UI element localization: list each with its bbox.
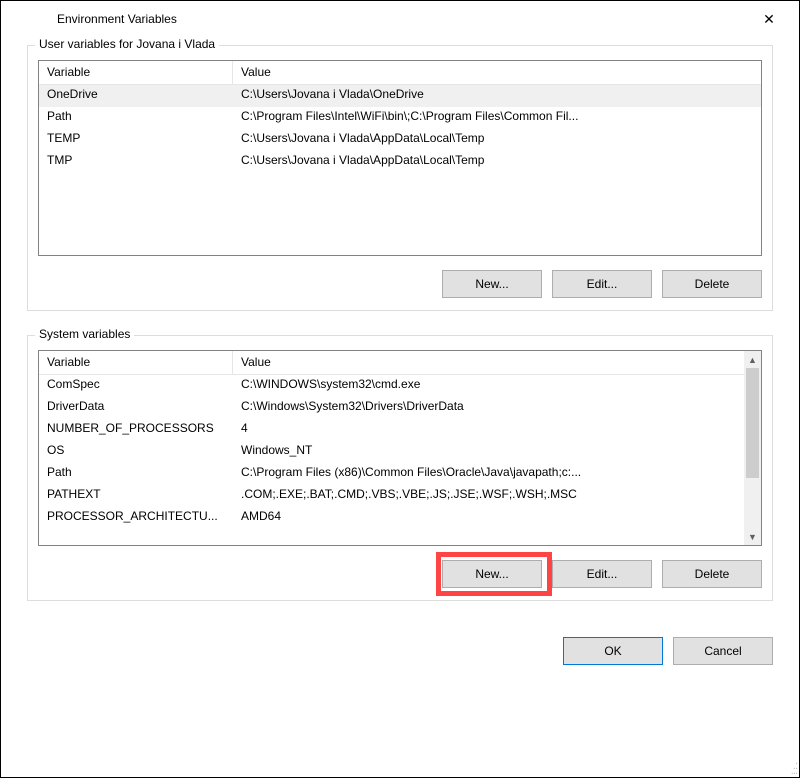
dialog-button-row: OK Cancel — [1, 633, 799, 677]
table-row[interactable]: PROCESSOR_ARCHITECTU... AMD64 — [39, 507, 761, 529]
table-row[interactable]: OS Windows_NT — [39, 441, 761, 463]
cell-value: C:\Users\Jovana i Vlada\OneDrive — [233, 85, 761, 107]
cell-value: C:\Users\Jovana i Vlada\AppData\Local\Te… — [233, 151, 761, 173]
cancel-button[interactable]: Cancel — [673, 637, 773, 665]
cell-value: C:\Windows\System32\Drivers\DriverData — [233, 397, 761, 419]
cell-variable: TEMP — [39, 129, 233, 151]
cell-value: C:\Program Files (x86)\Common Files\Orac… — [233, 463, 761, 485]
cell-value: 4 — [233, 419, 761, 441]
column-header-variable[interactable]: Variable — [39, 61, 233, 84]
user-edit-button[interactable]: Edit... — [552, 270, 652, 298]
close-icon[interactable]: ✕ — [747, 5, 791, 33]
resize-grip-icon[interactable]: .. .. . . — [791, 759, 796, 774]
dialog-content: User variables for Jovana i Vlada Variab… — [1, 37, 799, 633]
user-new-button[interactable]: New... — [442, 270, 542, 298]
titlebar: Environment Variables ✕ — [1, 1, 799, 37]
scroll-thumb[interactable] — [746, 368, 759, 478]
cell-variable: PATHEXT — [39, 485, 233, 507]
column-header-variable[interactable]: Variable — [39, 351, 233, 374]
user-variables-group: User variables for Jovana i Vlada Variab… — [27, 45, 773, 311]
cell-value: C:\Program Files\Intel\WiFi\bin\;C:\Prog… — [233, 107, 761, 129]
user-variables-label: User variables for Jovana i Vlada — [35, 37, 219, 51]
user-variables-table[interactable]: Variable Value OneDrive C:\Users\Jovana … — [38, 60, 762, 256]
ok-button[interactable]: OK — [563, 637, 663, 665]
cell-variable: Path — [39, 107, 233, 129]
table-row[interactable]: Path C:\Program Files (x86)\Common Files… — [39, 463, 761, 485]
cell-value: Windows_NT — [233, 441, 761, 463]
cell-variable: DriverData — [39, 397, 233, 419]
cell-variable: Path — [39, 463, 233, 485]
cell-variable: ComSpec — [39, 375, 233, 397]
cell-variable: NUMBER_OF_PROCESSORS — [39, 419, 233, 441]
scrollbar[interactable]: ▲ ▼ — [744, 351, 761, 545]
cell-value: C:\WINDOWS\system32\cmd.exe — [233, 375, 761, 397]
cell-value: .COM;.EXE;.BAT;.CMD;.VBS;.VBE;.JS;.JSE;.… — [233, 485, 761, 507]
cell-value: AMD64 — [233, 507, 761, 529]
cell-variable: TMP — [39, 151, 233, 173]
user-delete-button[interactable]: Delete — [662, 270, 762, 298]
table-header: Variable Value — [39, 351, 761, 375]
system-variables-group: System variables Variable Value ComSpec … — [27, 335, 773, 601]
table-header: Variable Value — [39, 61, 761, 85]
table-row[interactable]: Path C:\Program Files\Intel\WiFi\bin\;C:… — [39, 107, 761, 129]
scroll-up-icon[interactable]: ▲ — [744, 351, 761, 368]
table-row[interactable]: TEMP C:\Users\Jovana i Vlada\AppData\Loc… — [39, 129, 761, 151]
cell-value: C:\Users\Jovana i Vlada\AppData\Local\Te… — [233, 129, 761, 151]
system-edit-button[interactable]: Edit... — [552, 560, 652, 588]
cell-variable: PROCESSOR_ARCHITECTU... — [39, 507, 233, 529]
column-header-value[interactable]: Value — [233, 61, 761, 84]
system-delete-button[interactable]: Delete — [662, 560, 762, 588]
user-button-row: New... Edit... Delete — [38, 270, 762, 298]
cell-variable: OneDrive — [39, 85, 233, 107]
table-row[interactable]: TMP C:\Users\Jovana i Vlada\AppData\Loca… — [39, 151, 761, 173]
table-row[interactable]: OneDrive C:\Users\Jovana i Vlada\OneDriv… — [39, 85, 761, 107]
system-variables-label: System variables — [35, 327, 134, 341]
system-new-button[interactable]: New... — [442, 560, 542, 588]
cell-variable: OS — [39, 441, 233, 463]
table-row[interactable]: NUMBER_OF_PROCESSORS 4 — [39, 419, 761, 441]
column-header-value[interactable]: Value — [233, 351, 761, 374]
table-row[interactable]: DriverData C:\Windows\System32\Drivers\D… — [39, 397, 761, 419]
scroll-down-icon[interactable]: ▼ — [744, 528, 761, 545]
scroll-track[interactable] — [744, 368, 761, 528]
system-variables-table[interactable]: Variable Value ComSpec C:\WINDOWS\system… — [38, 350, 762, 546]
window-title: Environment Variables — [57, 12, 747, 26]
table-row[interactable]: ComSpec C:\WINDOWS\system32\cmd.exe — [39, 375, 761, 397]
system-button-row: New... Edit... Delete — [38, 560, 762, 588]
table-row[interactable]: PATHEXT .COM;.EXE;.BAT;.CMD;.VBS;.VBE;.J… — [39, 485, 761, 507]
